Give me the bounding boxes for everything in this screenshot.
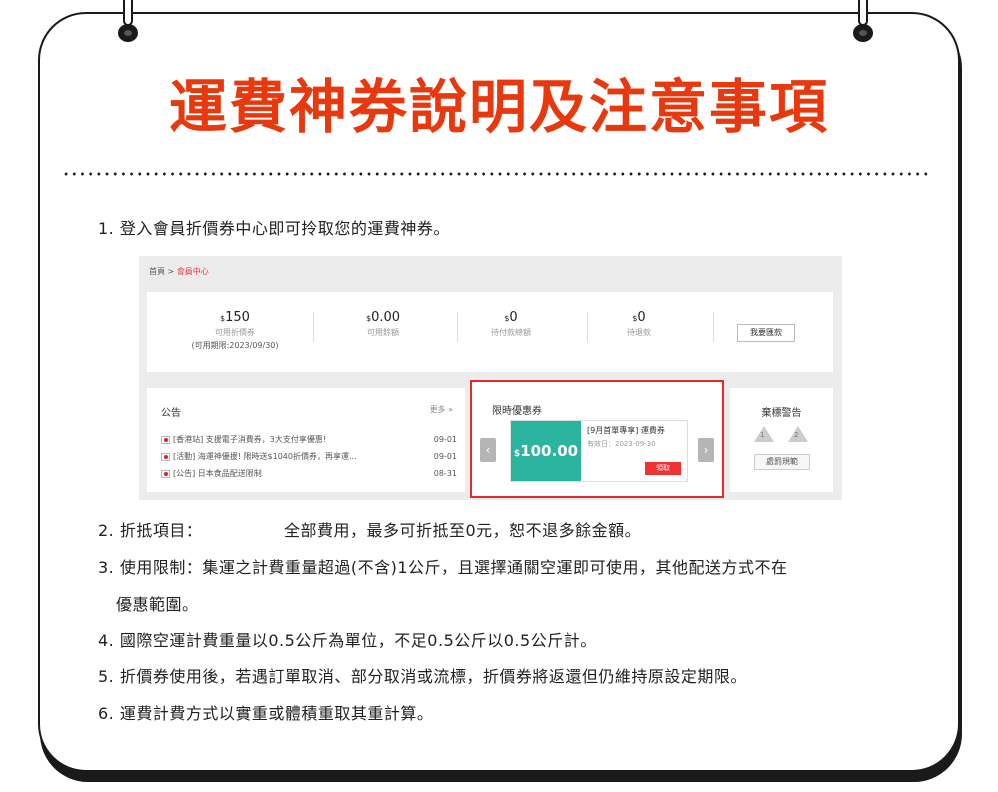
flag-icon (161, 452, 170, 461)
more-link[interactable]: 更多 » (430, 404, 453, 415)
item-2-text: 全部費用，最多可折抵至0元，恕不退多餘金額。 (284, 521, 642, 540)
announcement-row[interactable]: [活動] 海運神優援! 限時送$1040折價券，再享運... 09-01 (161, 451, 457, 463)
stat-balance: $0.00 可用餘額 (323, 310, 443, 338)
breadcrumb-current: 會員中心 (176, 267, 209, 276)
announcement-text: [活動] 海運神優援! 限時送$1040折價券，再享運... (173, 452, 357, 461)
stat-pending-payment: $0 待付款總額 (451, 310, 571, 338)
warning-header: 棄標警告 (761, 408, 802, 419)
divider (713, 312, 714, 342)
divider (313, 312, 314, 342)
stat-label: 可用餘額 (367, 328, 399, 337)
item-1: 1. 登入會員折價券中心即可拎取您的運費神券。 (98, 219, 450, 238)
breadcrumb-sep: > (167, 267, 175, 276)
stat-label: 待付款總額 (491, 328, 531, 337)
pin-left (118, 0, 138, 48)
breadcrumb-home[interactable]: 首頁 (149, 267, 165, 276)
coupon-name: [9月首單專享] 運費券 (587, 426, 665, 435)
coupon-value: $100.00 (507, 421, 581, 481)
remit-button[interactable]: 我要匯款 (737, 324, 795, 342)
stat-amount: 0 (509, 310, 518, 325)
flag-icon (161, 469, 170, 478)
stat-expiry: (可用期限:2023/09/30) (191, 341, 279, 350)
announcement-date: 09-01 (433, 435, 457, 444)
claim-button[interactable]: 領取 (645, 462, 681, 475)
item-5: 5. 折價券使用後，若遇訂單取消、部分取消或流標，折價券將返還但仍維持原設定期限… (98, 667, 747, 686)
warning-level: 2 (794, 431, 799, 439)
announcement-row[interactable]: [香港站] 支援電子消費券，3大支付享優惠! 09-01 (161, 434, 457, 446)
announcement-box: 公告 更多 » [香港站] 支援電子消費券，3大支付享優惠! 09-01 [活動… (147, 388, 465, 492)
announcement-date: 09-01 (433, 452, 457, 461)
breadcrumb: 首頁 > 會員中心 (149, 266, 209, 277)
stat-label: 可用折價券 (215, 328, 255, 337)
stat-coupon: $150 可用折價券 (可用期限:2023/09/30) (175, 310, 295, 351)
warning-triangle-icon: 1 (754, 426, 774, 442)
member-center-screenshot: 首頁 > 會員中心 $150 可用折價券 (可用期限:2023/09/30) $… (139, 256, 842, 500)
dotted-divider (62, 172, 932, 176)
stat-label: 待退款 (627, 328, 651, 337)
announcement-text: [香港站] 支援電子消費券，3大支付享優惠! (173, 435, 327, 444)
announcement-text: [公告] 日本食品配送限制 (173, 469, 262, 478)
chevron-right-icon[interactable]: › (698, 438, 714, 462)
announcement-row[interactable]: [公告] 日本食品配送限制 08-31 (161, 468, 457, 480)
coupon-header: 限時優惠券 (492, 406, 542, 417)
stat-amount: 0 (637, 310, 646, 325)
coupon-validity: 有效日：2023-09-30 (587, 440, 656, 448)
announcement-date: 08-31 (433, 469, 457, 478)
item-4: 4. 國際空運計費重量以0.5公斤為單位，不足0.5公斤以0.5公斤計。 (98, 631, 597, 650)
item-3-cont: 優惠範圍。 (116, 595, 199, 614)
stat-amount: 0.00 (371, 310, 401, 325)
bid-warning-box: 棄標警告 1 2 處罰規範 (730, 388, 833, 492)
account-stats: $150 可用折價券 (可用期限:2023/09/30) $0.00 可用餘額 … (147, 292, 833, 372)
stat-amount: 150 (225, 310, 250, 325)
stat-pending-refund: $0 待退款 (579, 310, 699, 338)
warning-triangle-icon: 2 (788, 426, 808, 442)
warning-level: 1 (760, 431, 765, 439)
item-6: 6. 運費計費方式以實重或體積重取其重計算。 (98, 704, 434, 723)
coupon-amount: 100.00 (520, 442, 579, 460)
flag-icon (161, 435, 170, 444)
item-3: 3. 使用限制：集運之計費重量超過(不含)1公斤，且選擇通關空運即可使用，其他配… (98, 558, 788, 577)
pin-right (853, 0, 873, 48)
page-title: 運費神券說明及注意事項 (168, 73, 829, 141)
chevron-left-icon[interactable]: ‹ (480, 438, 496, 462)
coupon-ticket: $100.00 [9月首單專享] 運費券 有效日：2023-09-30 領取 (507, 420, 688, 482)
penalty-rules-button[interactable]: 處罰規範 (754, 454, 810, 470)
announcement-header: 公告 (161, 408, 181, 419)
limited-coupon-box: 限時優惠券 ‹ $100.00 [9月首單專享] 運費券 有效日：2023-09… (470, 380, 724, 498)
item-2-label: 2. 折抵項目： (98, 521, 203, 540)
